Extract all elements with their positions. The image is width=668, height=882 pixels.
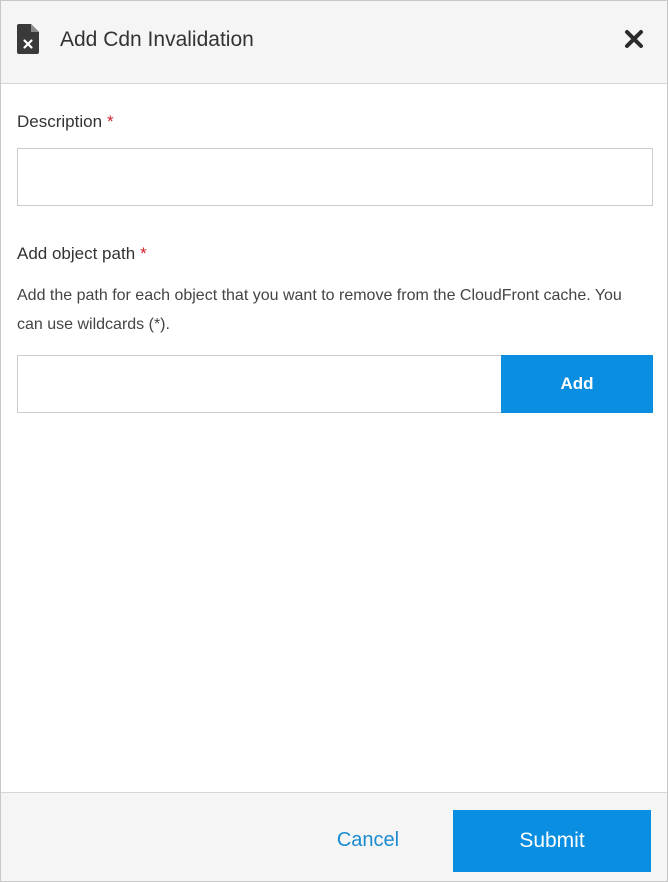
submit-button[interactable]: Submit xyxy=(453,810,651,872)
object-path-label: Add object path * xyxy=(17,243,147,265)
cancel-button[interactable]: Cancel xyxy=(321,810,415,870)
description-input[interactable] xyxy=(17,148,653,206)
required-marker: * xyxy=(107,112,114,131)
dialog-header: Add Cdn Invalidation xyxy=(1,1,667,84)
add-path-button[interactable]: Add xyxy=(501,355,653,413)
description-label-text: Description xyxy=(17,112,103,131)
object-path-help-text: Add the path for each object that you wa… xyxy=(17,287,622,333)
object-path-input[interactable] xyxy=(17,355,502,413)
dialog-title: Add Cdn Invalidation xyxy=(60,28,254,51)
object-path-label-text: Add object path xyxy=(17,244,136,263)
description-label: Description * xyxy=(17,111,114,133)
file-x-icon xyxy=(17,24,39,54)
add-cdn-invalidation-dialog: Add Cdn Invalidation Description * Add ob… xyxy=(0,0,668,882)
required-marker: * xyxy=(140,244,147,263)
close-icon xyxy=(625,30,643,48)
close-button[interactable] xyxy=(621,26,647,52)
